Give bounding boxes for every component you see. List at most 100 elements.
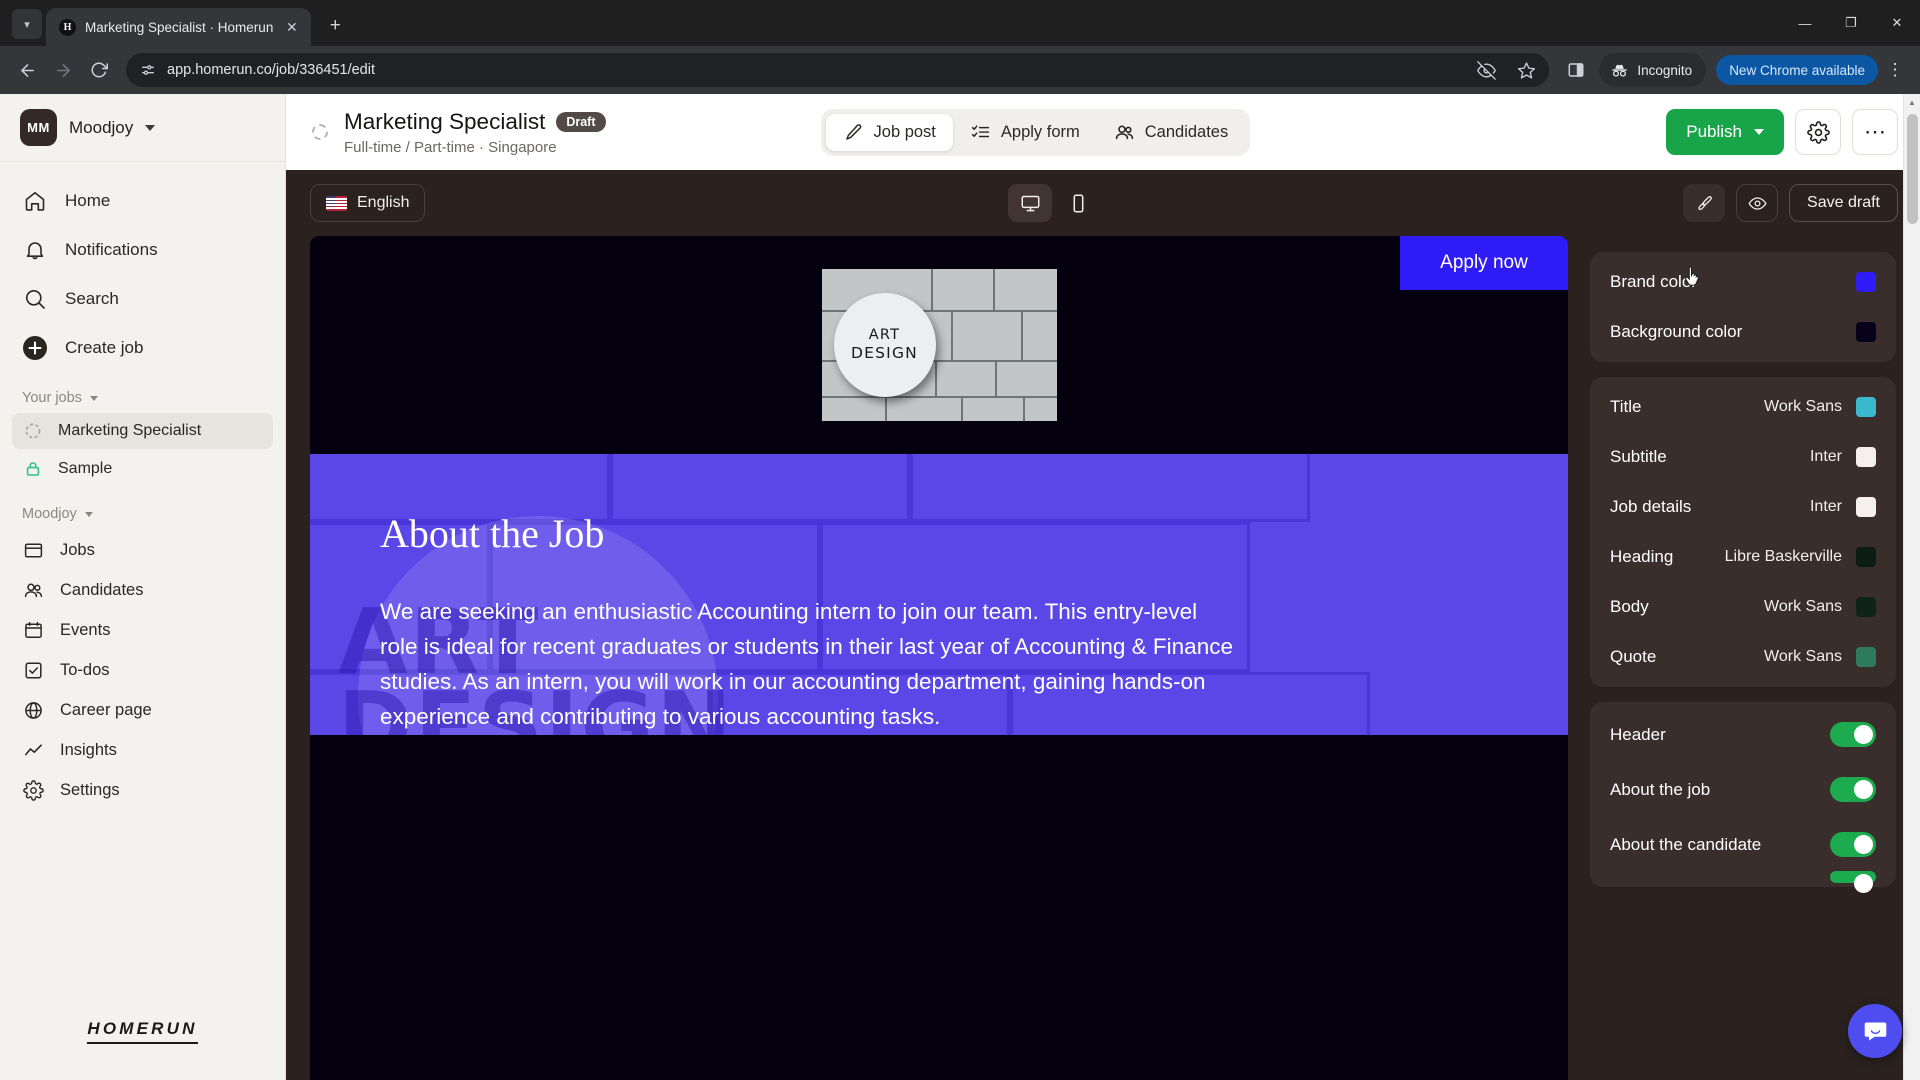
sidebar-item-marketing-specialist[interactable]: Marketing Specialist — [12, 413, 273, 449]
sidebar-item-to-dos[interactable]: To-dos — [12, 650, 273, 690]
sidebar-item-label: Settings — [60, 780, 120, 799]
logo-line-1: ART — [868, 327, 901, 344]
chevron-down-icon[interactable] — [145, 124, 156, 131]
brand-color-swatch[interactable] — [1856, 272, 1876, 292]
incognito-indicator[interactable]: Incognito — [1599, 53, 1707, 87]
typography-label: Job details — [1610, 497, 1692, 516]
tab-search-icon[interactable]: ▾ — [12, 9, 42, 39]
section-row-header[interactable]: Header — [1590, 707, 1896, 762]
forward-icon[interactable] — [46, 53, 80, 87]
background-color-row[interactable]: Background color — [1590, 307, 1896, 357]
section-row-partial[interactable] — [1590, 871, 1896, 893]
mobile-view-button[interactable] — [1056, 184, 1100, 222]
back-icon[interactable] — [10, 53, 44, 87]
tab-apply-form[interactable]: Apply form — [953, 114, 1097, 151]
sidebar-item-settings[interactable]: Settings — [12, 770, 273, 810]
font-color-swatch[interactable] — [1856, 397, 1876, 417]
font-color-swatch[interactable] — [1856, 497, 1876, 517]
settings-button[interactable] — [1795, 109, 1841, 155]
typography-row-subtitle[interactable]: Subtitle Inter — [1590, 432, 1896, 482]
section-row-about-the-job[interactable]: About the job — [1590, 762, 1896, 817]
us-flag-icon — [326, 195, 347, 211]
chart-icon — [22, 739, 45, 762]
section-row-about-the-candidate[interactable]: About the candidate — [1590, 817, 1896, 872]
save-draft-button[interactable]: Save draft — [1789, 184, 1898, 222]
kebab-menu-icon[interactable]: ⋮ — [1880, 53, 1910, 87]
your-jobs-group-header[interactable]: Your jobs — [0, 390, 285, 406]
job-tabs: Job post Apply form Candidates — [820, 108, 1251, 156]
group-label-text: Moodjoy — [22, 506, 77, 522]
page-scrollbar[interactable]: ▲ — [1903, 94, 1920, 1080]
sidebar-item-notifications[interactable]: Notifications — [12, 225, 273, 274]
tab-job-post[interactable]: Job post — [825, 113, 953, 151]
chrome-update-button[interactable]: New Chrome available — [1716, 55, 1878, 85]
close-icon[interactable]: ✕ — [282, 18, 301, 37]
chevron-down-icon[interactable] — [1754, 129, 1764, 135]
typography-row-body[interactable]: Body Work Sans — [1590, 582, 1896, 632]
sidebar-item-insights[interactable]: Insights — [12, 730, 273, 770]
org-switcher[interactable]: MM Moodjoy — [0, 94, 285, 162]
sidebar-item-jobs[interactable]: Jobs — [12, 530, 273, 570]
style-button[interactable] — [1683, 184, 1726, 222]
more-options-button[interactable]: ⋯ — [1852, 109, 1898, 155]
about-the-job-toggle[interactable] — [1830, 777, 1876, 802]
sidebar-item-sample[interactable]: Sample — [12, 451, 273, 487]
sidebar-item-career-page[interactable]: Career page — [12, 690, 273, 730]
minimize-button[interactable]: — — [1782, 0, 1828, 46]
tab-candidates[interactable]: Candidates — [1097, 114, 1245, 151]
close-window-button[interactable]: ✕ — [1874, 0, 1920, 46]
reload-icon[interactable] — [82, 53, 116, 87]
header-toggle[interactable] — [1830, 722, 1876, 747]
font-color-swatch[interactable] — [1856, 547, 1876, 567]
font-color-swatch[interactable] — [1856, 447, 1876, 467]
next-section-toggle[interactable] — [1830, 871, 1876, 893]
sidebar-item-label: Marketing Specialist — [58, 422, 202, 439]
sidebar-item-home[interactable]: Home — [12, 176, 273, 225]
eye-off-icon[interactable] — [1469, 53, 1503, 87]
font-name: Inter — [1809, 498, 1842, 515]
sidebar-item-label: To-dos — [60, 660, 110, 679]
font-color-swatch[interactable] — [1856, 597, 1876, 617]
side-panel-icon[interactable] — [1559, 53, 1593, 87]
new-tab-button[interactable]: + — [320, 11, 350, 41]
site-settings-icon[interactable] — [140, 62, 156, 78]
url-text: app.homerun.co/job/336451/edit — [167, 62, 375, 78]
monitor-icon — [1020, 193, 1041, 214]
gear-icon — [1806, 120, 1830, 144]
workspace-nav: Jobs Candidates Events To-dos Career pag… — [0, 530, 285, 810]
publish-button[interactable]: Publish — [1666, 109, 1784, 155]
incognito-icon — [1610, 61, 1629, 80]
draft-ring-icon — [22, 420, 44, 442]
preview-button[interactable] — [1736, 184, 1779, 222]
about-the-candidate-toggle[interactable] — [1830, 832, 1876, 857]
sidebar-item-create-job[interactable]: Create job — [12, 323, 273, 372]
style-panel: Brand color Background color Title Work … — [1590, 236, 1920, 1080]
brand-color-row[interactable]: Brand color — [1590, 257, 1896, 307]
typography-row-heading[interactable]: Heading Libre Baskerville — [1590, 532, 1896, 582]
desktop-view-button[interactable] — [1008, 184, 1053, 222]
typography-row-job-details[interactable]: Job details Inter — [1590, 482, 1896, 532]
home-icon — [22, 188, 48, 214]
star-icon[interactable] — [1509, 53, 1543, 87]
typography-row-title[interactable]: Title Work Sans — [1590, 382, 1896, 432]
language-selector[interactable]: English — [310, 184, 426, 222]
sidebar-item-label: Insights — [60, 740, 117, 759]
sidebar-item-search[interactable]: Search — [12, 274, 273, 323]
chat-widget-button[interactable] — [1848, 1004, 1902, 1058]
scroll-up-arrow[interactable]: ▲ — [1904, 94, 1920, 111]
maximize-button[interactable]: ❐ — [1828, 0, 1874, 46]
font-color-swatch[interactable] — [1856, 647, 1876, 667]
page-scrollbar-thumb[interactable] — [1907, 114, 1918, 224]
chat-bubble-icon — [1862, 1018, 1889, 1045]
address-bar[interactable]: app.homerun.co/job/336451/edit — [126, 53, 1550, 87]
browser-tab[interactable]: H Marketing Specialist · Homerun ✕ — [46, 8, 312, 46]
sidebar-item-events[interactable]: Events — [12, 610, 273, 650]
brush-icon — [1695, 194, 1714, 213]
typography-row-quote[interactable]: Quote Work Sans — [1590, 632, 1896, 682]
sidebar-footer: HOMERUN — [0, 1019, 285, 1080]
sidebar-item-candidates[interactable]: Candidates — [12, 570, 273, 610]
jobs-icon — [22, 539, 45, 562]
background-color-swatch[interactable] — [1856, 322, 1876, 342]
apply-now-button[interactable]: Apply now — [1400, 236, 1568, 290]
workspace-group-header[interactable]: Moodjoy — [0, 506, 285, 522]
